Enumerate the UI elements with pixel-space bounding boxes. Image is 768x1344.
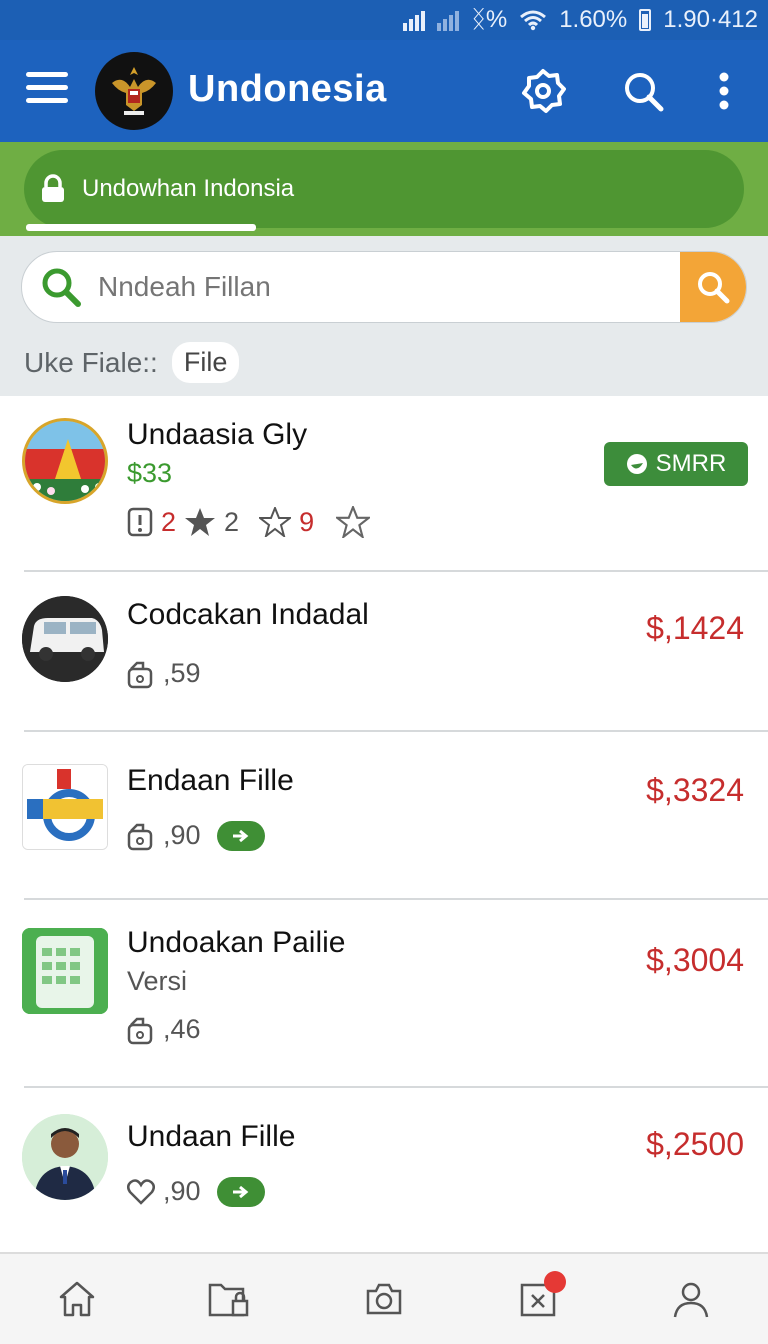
lock-icon — [42, 174, 64, 202]
settings-icon[interactable] — [518, 66, 568, 116]
heart-icon[interactable] — [127, 1178, 155, 1205]
item-title: Codcakan Indadal — [127, 598, 369, 631]
item-meta-value: ,59 — [163, 658, 201, 688]
menu-icon[interactable] — [26, 72, 68, 108]
item-price: $33 — [127, 458, 173, 488]
item-price: $,2500 — [646, 1126, 744, 1162]
nav-profile[interactable] — [661, 1269, 721, 1329]
profile-icon — [673, 1282, 709, 1318]
signal-icon — [403, 9, 426, 31]
folder-lock-icon — [209, 1283, 249, 1317]
item-subtitle: Versi — [127, 966, 188, 996]
battery-meta-icon — [127, 1017, 153, 1044]
rating-value: 9 — [299, 506, 315, 537]
app-bar: Undonesia — [0, 40, 768, 142]
star-empty-icon[interactable] — [336, 506, 371, 538]
item-meta-value: ,90 — [163, 820, 201, 850]
banner-text: Undowhan Indonsia — [82, 175, 295, 202]
filter-chip[interactable]: File — [171, 342, 240, 383]
badge-check-icon — [626, 454, 647, 474]
item-meta: ,59 — [127, 658, 201, 689]
nav-camera[interactable] — [354, 1269, 414, 1329]
bottom-nav — [0, 1252, 768, 1344]
status-badge: SMRR — [604, 442, 748, 486]
list-item[interactable]: Undaasia Gly $33 2 2 9 SMRR — [0, 396, 768, 572]
arrow-right-icon — [232, 829, 248, 842]
battery-meta-icon — [127, 823, 153, 850]
item-price: $,3004 — [646, 942, 744, 978]
more-vert-icon[interactable] — [700, 66, 748, 116]
search-submit-icon — [698, 272, 730, 304]
list-item[interactable]: Undaan Fille ,90 $,2500 — [0, 1088, 768, 1252]
item-thumbnail — [22, 928, 108, 1014]
item-stats: 2 2 9 — [127, 506, 371, 538]
app-title: Undonesia — [188, 68, 387, 110]
item-thumbnail — [22, 1114, 108, 1200]
item-price: $,1424 — [646, 610, 744, 646]
forward-tag[interactable] — [216, 1176, 265, 1207]
star-filled-icon — [185, 508, 216, 536]
battery-percent: 1.60% — [559, 6, 628, 33]
location-pill[interactable]: Undowhan Indonsia — [24, 150, 744, 228]
arrow-right-icon — [232, 1185, 248, 1198]
emblem-logo — [95, 52, 173, 130]
item-title: Undaasia Gly — [127, 418, 308, 451]
status-time: 1.90·412 — [663, 6, 758, 33]
location-banner: Undowhan Indonsia — [0, 142, 768, 236]
list-item[interactable]: Endaan Fille ,90 $,3324 — [0, 732, 768, 898]
item-price: $,3324 — [646, 772, 744, 808]
item-thumbnail — [22, 418, 108, 504]
list-item[interactable]: Codcakan Indadal ,59 $,1424 — [0, 572, 768, 732]
filter-row: Uke Fiale:: File — [24, 342, 240, 383]
forward-tag[interactable] — [216, 820, 265, 851]
nav-tasks[interactable] — [508, 1269, 568, 1329]
star-count: 2 — [224, 506, 240, 537]
signal-secondary-icon — [437, 9, 460, 31]
camera-icon — [366, 1283, 402, 1315]
search-box — [21, 251, 747, 323]
battery-meta-icon — [127, 661, 153, 688]
search-icon[interactable] — [618, 66, 668, 116]
star-outline-icon — [259, 507, 292, 537]
badge-label: SMRR — [655, 450, 727, 477]
search-submit-button[interactable] — [680, 252, 746, 322]
item-title: Endaan Fille — [127, 764, 294, 797]
battery-icon — [639, 9, 652, 31]
list-item[interactable]: Undoakan Pailie Versi ,46 $,3004 — [0, 900, 768, 1086]
tab-indicator — [26, 224, 256, 231]
item-meta: ,90 — [127, 1176, 265, 1207]
filter-label: Uke Fiale:: — [24, 346, 158, 378]
item-thumbnail — [22, 596, 108, 682]
notification-dot — [543, 1271, 566, 1293]
home-icon — [59, 1281, 95, 1317]
item-thumbnail — [22, 764, 108, 850]
status-bar: ᛝ% 1.60% 1.90·412 — [0, 0, 768, 40]
network-indicator: ᛝ% — [471, 6, 508, 33]
item-meta: ,90 — [127, 820, 265, 851]
search-input[interactable] — [98, 252, 680, 322]
wifi-icon — [520, 10, 547, 31]
nav-files[interactable] — [200, 1269, 260, 1329]
item-title: Undaan Fille — [127, 1120, 296, 1153]
search-field-icon — [42, 268, 81, 307]
search-area: Uke Fiale:: File — [0, 236, 768, 396]
item-meta: ,46 — [127, 1014, 201, 1045]
item-meta-value: ,46 — [163, 1014, 201, 1044]
alert-count: 2 — [161, 506, 177, 537]
item-title: Undoakan Pailie — [127, 926, 346, 959]
nav-home[interactable] — [47, 1269, 107, 1329]
item-meta-value: ,90 — [163, 1176, 201, 1206]
alert-icon — [127, 507, 153, 537]
